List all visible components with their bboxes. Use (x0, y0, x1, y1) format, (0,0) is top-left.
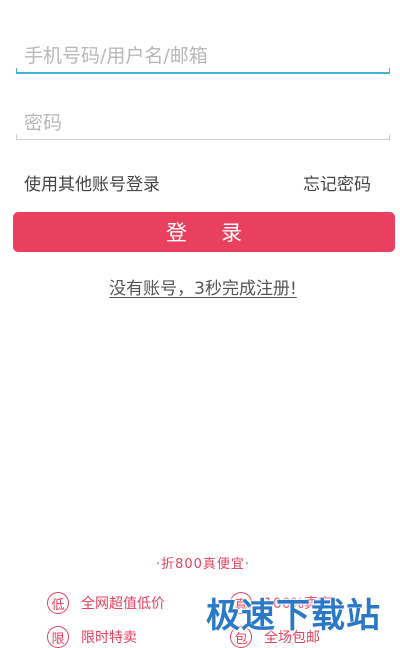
login-button[interactable]: 登录 (13, 212, 395, 252)
promo-item-limited-time: 限 限时特卖 (47, 626, 137, 648)
low-badge-icon: 低 (47, 592, 69, 614)
limit-badge-icon: 限 (47, 626, 69, 648)
promo-item-low-price: 低 全网超值低价 (47, 592, 165, 614)
input-underline-tick (16, 68, 17, 74)
promo-item-label: 限时特卖 (81, 630, 137, 646)
promo-title: ·折800真便宜· (155, 557, 251, 572)
password-input[interactable] (16, 106, 390, 140)
other-account-login-link[interactable]: 使用其他账号登录 (24, 170, 160, 195)
forgot-password-link[interactable]: 忘记密码 (303, 170, 371, 195)
register-link[interactable]: 没有账号，3秒完成注册! (0, 274, 400, 299)
phone-username-email-input[interactable] (16, 40, 390, 74)
watermark: 极速下载站 (206, 596, 381, 636)
input-underline-tick (389, 134, 390, 140)
input-underline-tick (389, 68, 390, 74)
input-underline-tick (16, 134, 17, 140)
promo-item-label: 全网超值低价 (81, 596, 165, 612)
